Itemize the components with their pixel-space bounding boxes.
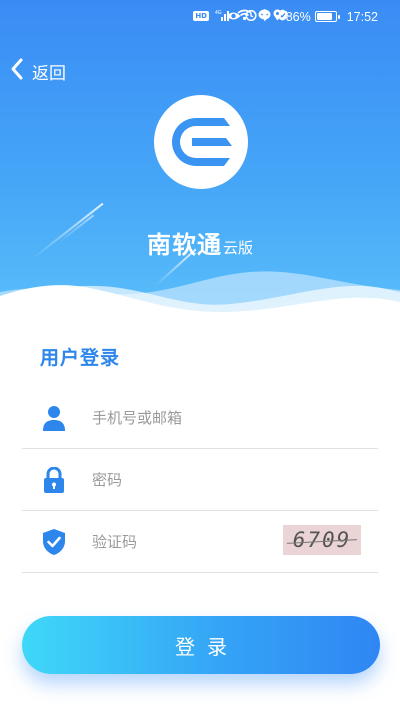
login-section-title: 用户登录: [40, 347, 121, 369]
app-edition: 云版: [222, 239, 253, 257]
password-row: [22, 449, 378, 511]
eye-icon: [226, 10, 241, 24]
captcha-row: 6709: [22, 511, 378, 573]
account-row: [22, 387, 378, 449]
user-icon: [40, 404, 68, 432]
back-label: 返回: [32, 63, 66, 84]
password-input[interactable]: [92, 465, 272, 495]
location-icon: [273, 9, 282, 24]
back-button[interactable]: 返回: [10, 57, 66, 85]
alarm-icon: [245, 9, 257, 24]
login-button[interactable]: 登录: [22, 616, 380, 674]
chevron-left-icon: [10, 57, 24, 85]
app-title: 南软通云版: [0, 225, 400, 260]
app-name: 南软通: [146, 231, 222, 259]
lock-icon: [40, 466, 68, 494]
shield-check-icon: [40, 528, 68, 556]
captcha-input[interactable]: [92, 527, 272, 557]
app-logo: [154, 95, 248, 189]
captcha-image[interactable]: 6709: [283, 525, 361, 555]
battery-level: [316, 13, 333, 20]
signal-label: 4G: [215, 10, 222, 16]
battery-icon: [314, 11, 340, 22]
hd-badge: HD: [193, 11, 209, 21]
status-bar: HD 4G 86% 17:52: [0, 0, 400, 30]
bluetooth-icon: [261, 8, 269, 24]
status-right: 86% 17:52: [226, 8, 378, 24]
clock-time: 17:52: [346, 9, 378, 24]
battery-percent: 86%: [285, 9, 311, 24]
account-input[interactable]: [92, 403, 272, 433]
app-logo-icon: [172, 118, 232, 166]
